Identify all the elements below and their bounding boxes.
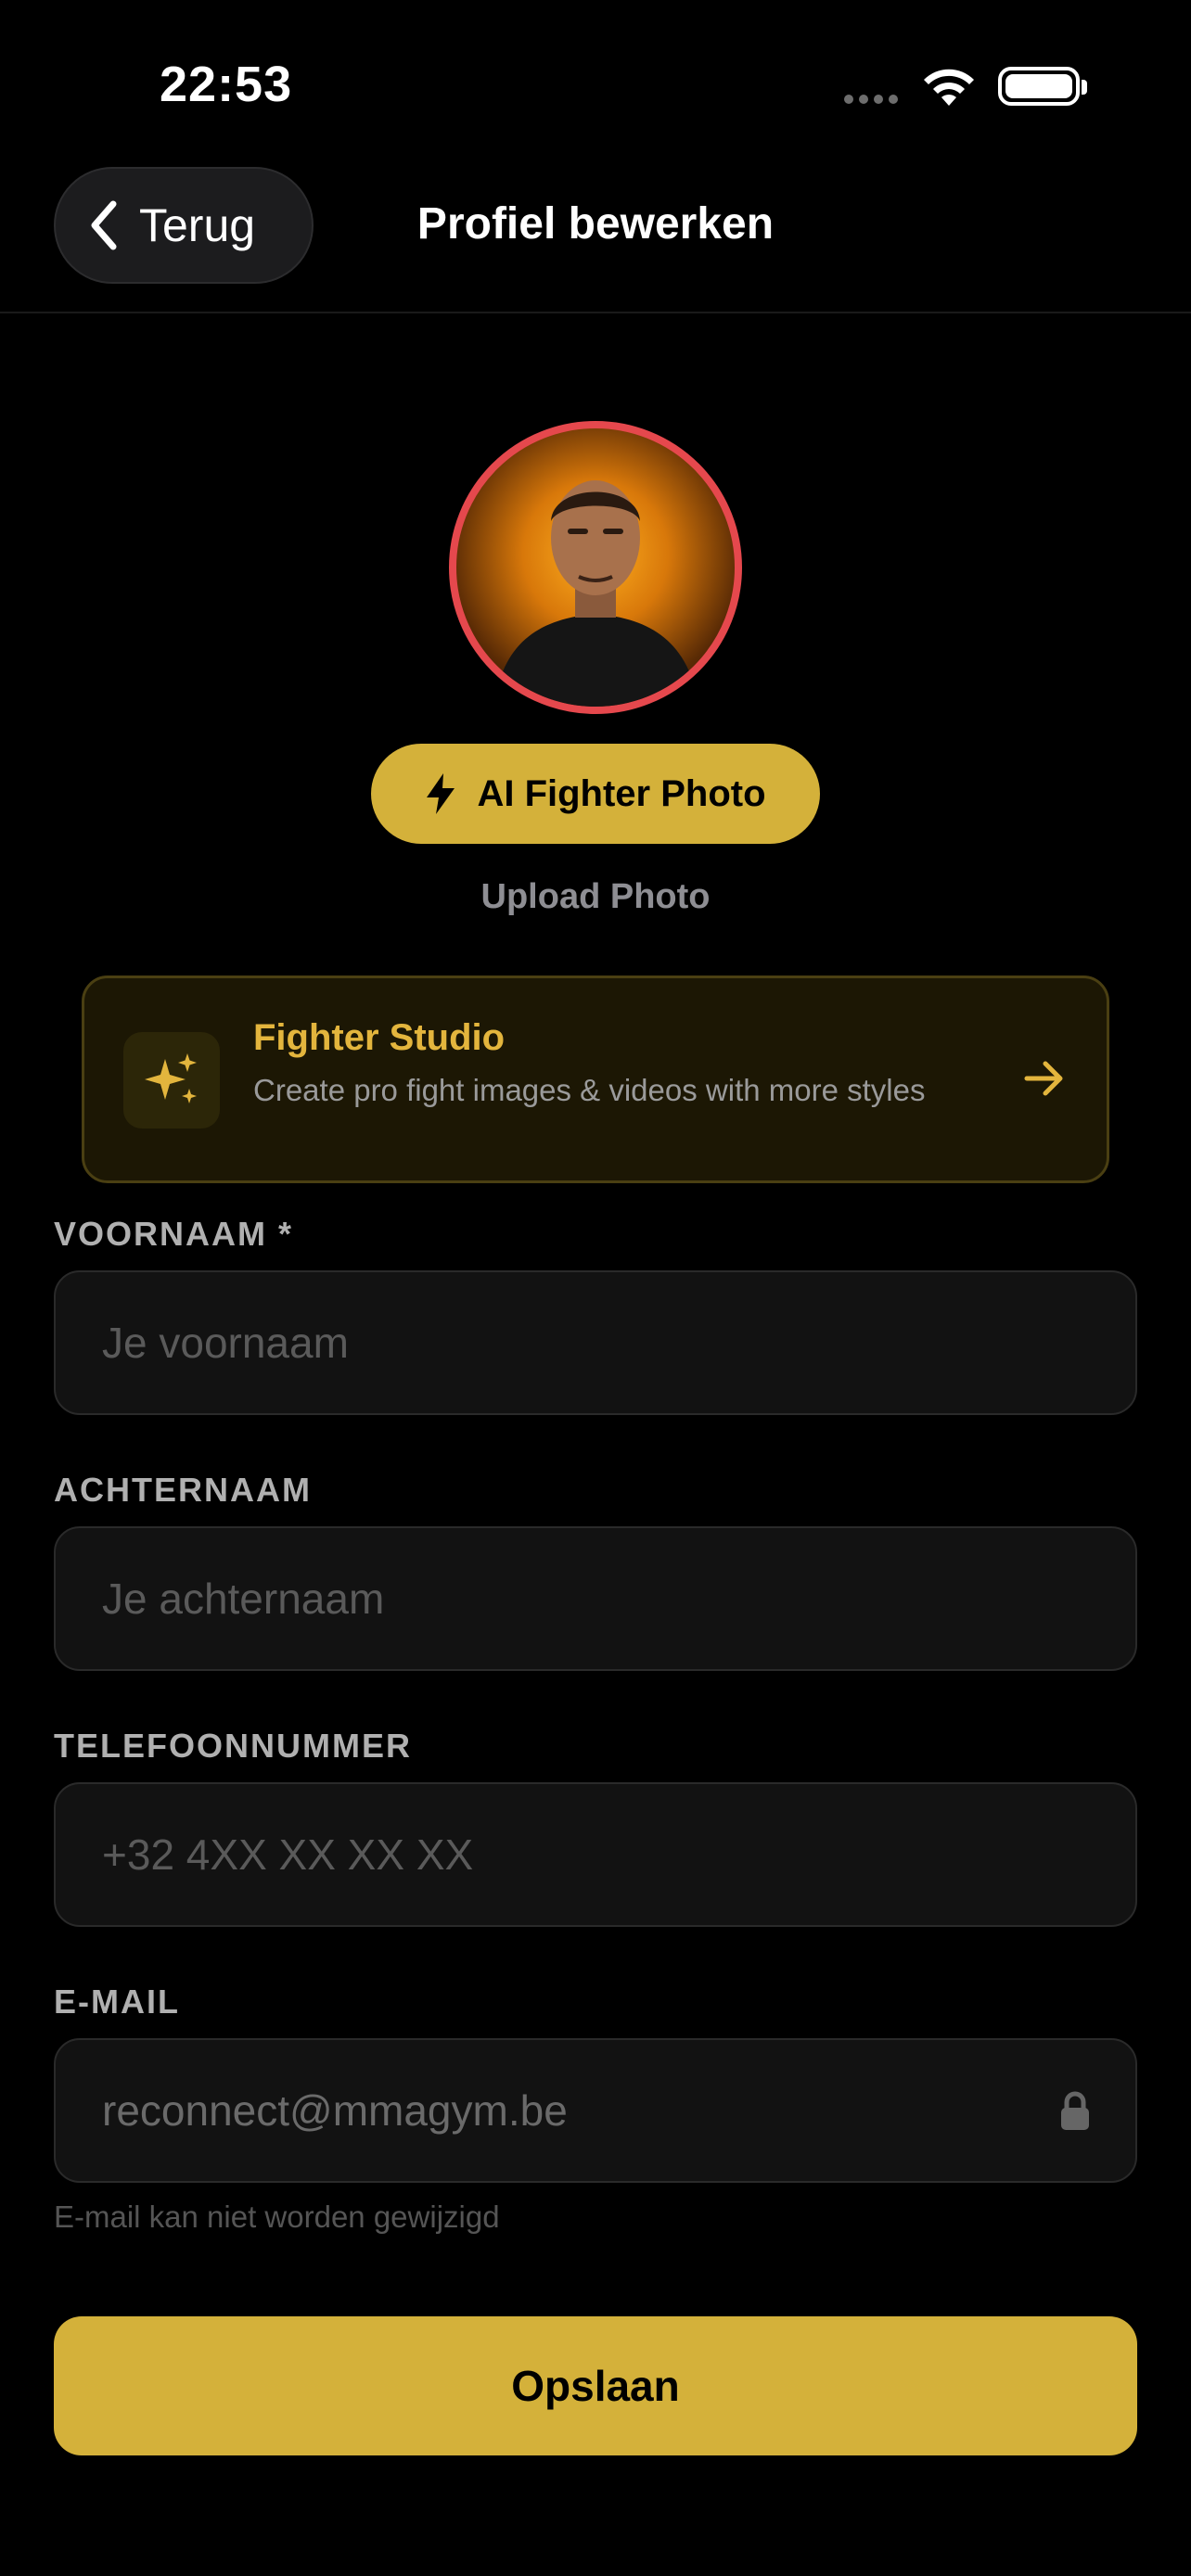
nav-divider xyxy=(0,312,1191,313)
ai-fighter-photo-label: AI Fighter Photo xyxy=(477,772,766,814)
arrow-right-icon xyxy=(1024,1061,1063,1096)
phone-input[interactable] xyxy=(100,1829,1091,1881)
studio-title: Fighter Studio xyxy=(253,1017,506,1058)
upload-photo-link[interactable]: Upload Photo xyxy=(0,877,1191,917)
first-name-field[interactable] xyxy=(54,1270,1137,1415)
battery-cap xyxy=(1082,80,1087,95)
last-name-input[interactable] xyxy=(100,1573,1091,1625)
email-field xyxy=(54,2038,1137,2183)
avatar-photo xyxy=(493,480,699,707)
phone-label: TELEFOONNUMMER xyxy=(54,1727,412,1765)
ai-fighter-photo-button[interactable]: AI Fighter Photo xyxy=(371,744,820,844)
fighter-studio-card[interactable]: Fighter Studio Create pro fight images &… xyxy=(82,976,1109,1183)
phone-field[interactable] xyxy=(54,1782,1137,1927)
status-time: 22:53 xyxy=(160,57,293,112)
first-name-input[interactable] xyxy=(100,1317,1091,1369)
sparkles-icon xyxy=(145,1053,197,1103)
battery-icon xyxy=(998,67,1080,106)
profile-avatar[interactable] xyxy=(449,421,742,714)
last-name-label: ACHTERNAAM xyxy=(54,1471,312,1509)
studio-icon-box xyxy=(123,1032,220,1129)
email-label: E-MAIL xyxy=(54,1983,180,2021)
first-name-label: VOORNAAM * xyxy=(54,1215,294,1253)
last-name-field[interactable] xyxy=(54,1526,1137,1671)
lightning-bolt-icon xyxy=(427,773,455,814)
email-hint: E-mail kan niet worden gewijzigd xyxy=(54,2200,500,2234)
page-title: Profiel bewerken xyxy=(416,199,775,249)
lock-icon xyxy=(1061,2091,1089,2130)
email-input xyxy=(100,2085,1059,2136)
save-button[interactable]: Opslaan xyxy=(54,2316,1137,2455)
signal-icon xyxy=(844,95,898,104)
studio-description: Create pro fight images & videos with mo… xyxy=(253,1073,926,1107)
wifi-icon xyxy=(924,69,974,106)
